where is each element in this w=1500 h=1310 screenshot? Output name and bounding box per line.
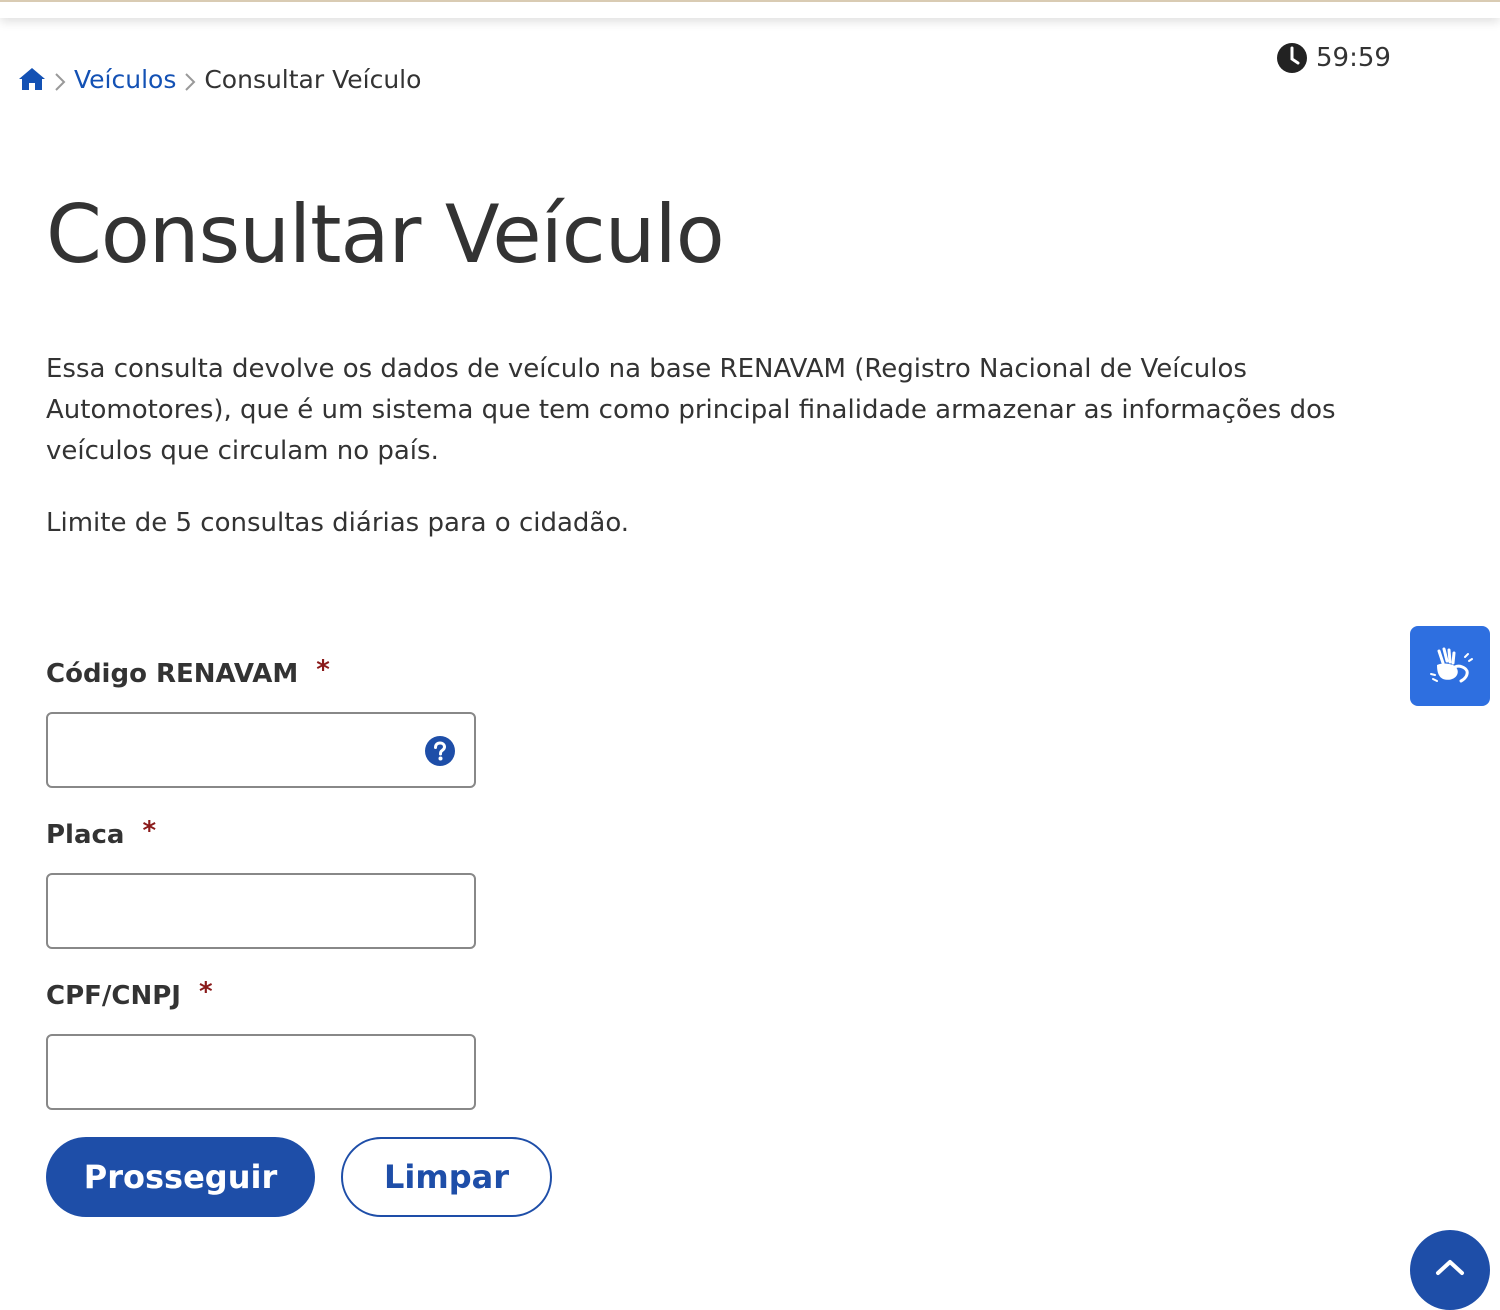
cpf-cnpj-label: CPF/CNPJ * <box>46 977 213 1011</box>
required-mark: * <box>142 816 157 846</box>
renavam-label: Código RENAVAM * <box>46 655 330 689</box>
back-to-top-button[interactable] <box>1410 1230 1490 1310</box>
chevron-right-icon <box>54 69 66 91</box>
chevron-right-icon <box>184 69 196 91</box>
required-mark: * <box>316 655 330 685</box>
top-header-edge <box>0 0 1500 18</box>
prosseguir-button[interactable]: Prosseguir <box>46 1137 315 1217</box>
sign-language-hands-icon <box>1430 647 1473 683</box>
vlibras-button[interactable] <box>1410 626 1490 706</box>
placa-label: Placa * <box>46 816 157 850</box>
limpar-button[interactable]: Limpar <box>341 1137 552 1217</box>
breadcrumb-current: Consultar Veículo <box>204 64 422 94</box>
limit-note: Limite de 5 consultas diárias para o cid… <box>46 508 630 538</box>
page-title: Consultar Veículo <box>46 188 725 281</box>
timer-value: 59:59 <box>1316 43 1391 73</box>
breadcrumb-link-veiculos[interactable]: Veículos <box>74 65 176 94</box>
cpf-cnpj-input[interactable] <box>46 1034 476 1110</box>
home-icon[interactable] <box>18 66 46 92</box>
placa-label-text: Placa <box>46 820 125 850</box>
chevron-up-icon <box>1436 1260 1464 1275</box>
renavam-label-text: Código RENAVAM <box>46 659 299 689</box>
session-timer: 59:59 <box>1276 41 1391 75</box>
cpf-cnpj-label-text: CPF/CNPJ <box>46 981 181 1011</box>
clock-icon <box>1277 43 1307 73</box>
placa-input[interactable] <box>46 873 476 949</box>
page-description: Essa consulta devolve os dados de veícul… <box>46 354 1336 466</box>
breadcrumb: Veículos Consultar Veículo <box>18 62 421 96</box>
renavam-input[interactable] <box>46 712 476 788</box>
required-mark: * <box>198 977 213 1007</box>
question-circle-icon[interactable] <box>424 735 456 767</box>
